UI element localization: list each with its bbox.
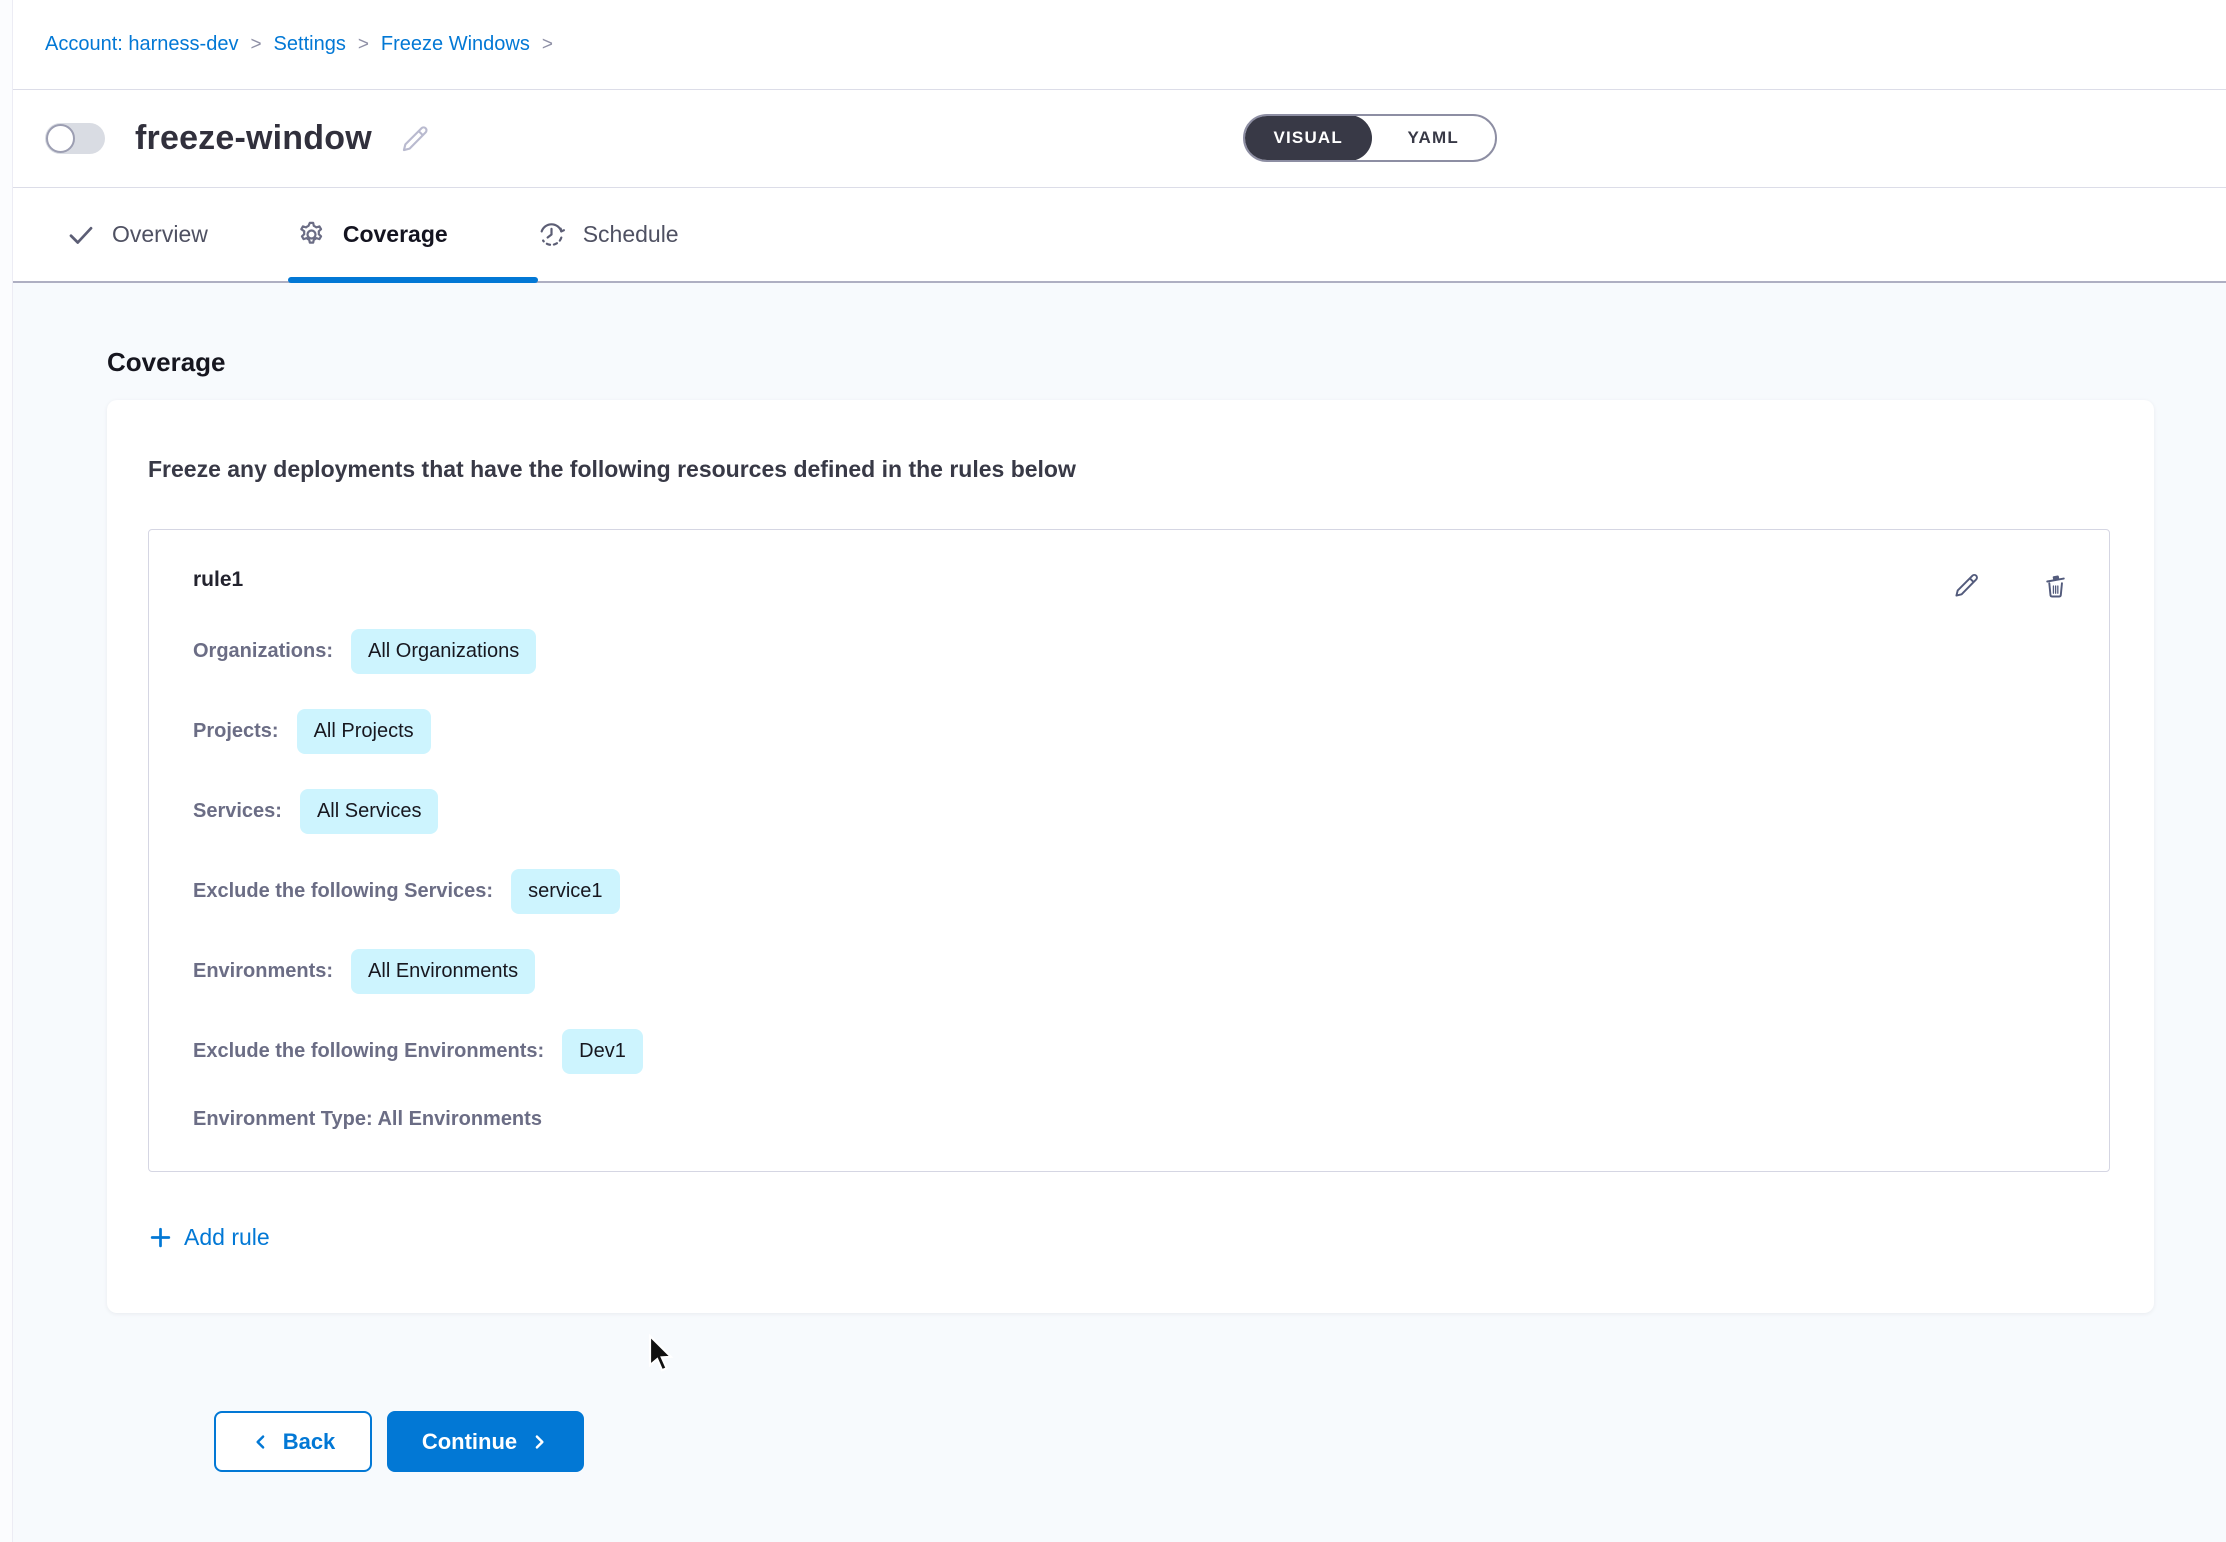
back-button[interactable]: Back [214,1411,372,1472]
page-title: freeze-window [135,119,372,158]
tab-label: Overview [112,221,208,248]
visual-toggle-option[interactable]: VISUAL [1244,115,1372,161]
breadcrumb-separator: > [250,34,261,56]
tab-label: Coverage [343,221,448,248]
edit-rule-icon[interactable] [1951,570,1982,601]
nav-edge-rail [0,0,13,1542]
rule-field-row: Exclude the following Environments: Dev1 [193,1028,2065,1074]
field-label: Exclude the following Environments: [193,1040,544,1063]
field-label: Exclude the following Services: [193,880,493,903]
field-label: Environments: [193,960,333,983]
continue-label: Continue [422,1429,517,1455]
continue-button[interactable]: Continue [387,1411,584,1472]
tab-bar: Overview Coverage Schedule [0,188,2226,283]
value-chip: Dev1 [562,1029,643,1074]
chevron-left-icon [251,1432,271,1452]
breadcrumb-account-link[interactable]: Account: harness-dev [45,33,238,56]
value-chip: All Environments [351,949,535,994]
schedule-clock-icon [536,219,567,250]
tab-label: Schedule [583,221,679,248]
add-rule-button[interactable]: Add rule [148,1224,270,1251]
rule-card: rule1 Organizations: All Organizations P… [148,529,2110,1172]
value-chip: All Organizations [351,629,536,674]
rule-name: rule1 [193,568,2065,592]
breadcrumb-freeze-windows-link[interactable]: Freeze Windows [381,33,530,56]
field-label: Projects: [193,720,279,743]
wizard-footer: Back Continue [214,1411,2226,1472]
tab-overview[interactable]: Overview [66,220,208,250]
back-label: Back [283,1429,336,1455]
edit-title-icon[interactable] [398,122,432,156]
coverage-panel: Coverage Freeze any deployments that hav… [0,283,2226,1472]
tab-schedule[interactable]: Schedule [536,219,679,250]
tab-coverage[interactable]: Coverage [296,219,448,250]
rule-field-row: Services: All Services [193,788,2065,834]
environment-type-row: Environment Type: All Environments [193,1108,2065,1131]
gear-icon [296,219,327,250]
environment-type-label: Environment Type: All Environments [193,1108,542,1131]
value-chip: service1 [511,869,619,914]
coverage-card: Freeze any deployments that have the fol… [107,400,2154,1313]
breadcrumb-separator: > [358,34,369,56]
toggle-knob [46,124,75,153]
active-tab-underline [288,277,538,283]
value-chip: All Services [300,789,438,834]
card-intro-text: Freeze any deployments that have the fol… [148,456,2110,483]
add-rule-label: Add rule [184,1224,270,1251]
chevron-right-icon [529,1432,549,1452]
yaml-toggle-option[interactable]: YAML [1371,116,1495,160]
rule-field-row: Environments: All Environments [193,948,2065,994]
rule-field-row: Organizations: All Organizations [193,628,2065,674]
visual-yaml-toggle: VISUAL YAML [1243,114,1497,162]
breadcrumb: Account: harness-dev > Settings > Freeze… [0,0,2226,90]
plus-icon [148,1225,173,1250]
rule-field-row: Projects: All Projects [193,708,2065,754]
section-title: Coverage [107,347,2226,378]
breadcrumb-settings-link[interactable]: Settings [274,33,346,56]
rule-field-row: Exclude the following Services: service1 [193,868,2065,914]
page-header: Account: harness-dev > Settings > Freeze… [0,0,2226,283]
freeze-enable-toggle[interactable] [45,123,105,154]
check-icon [66,220,96,250]
field-label: Organizations: [193,640,333,663]
value-chip: All Projects [297,709,431,754]
breadcrumb-separator: > [542,34,553,56]
field-label: Services: [193,800,282,823]
title-bar: freeze-window VISUAL YAML [0,90,2226,188]
delete-rule-icon[interactable] [2040,570,2071,601]
